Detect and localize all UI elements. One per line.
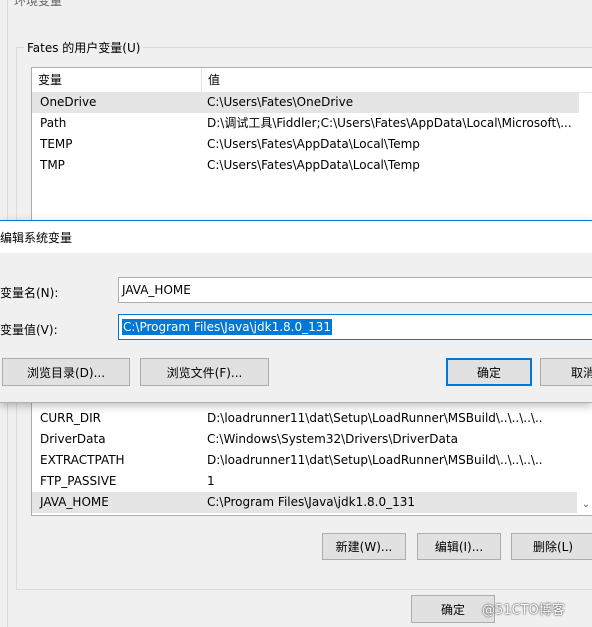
watermark: @51CTO博客 bbox=[482, 603, 565, 618]
browse-directory-button[interactable]: 浏览目录(D)... bbox=[2, 358, 130, 386]
dialog-title-bar[interactable]: 编辑系统变量 bbox=[0, 221, 592, 253]
window-title: 环境变量 bbox=[14, 0, 63, 8]
table-row[interactable]: OneDrive C:\Users\Fates\OneDrive bbox=[32, 92, 579, 113]
system-vars-list[interactable]: CURR_DIR D:\loadrunner11\dat\Setup\LoadR… bbox=[31, 398, 592, 516]
table-row[interactable]: TMP C:\Users\Fates\AppData\Local\Temp bbox=[32, 155, 579, 176]
table-row[interactable]: DriverData C:\Windows\System32\Drivers\D… bbox=[32, 429, 577, 450]
variable-value-label: 变量值(V): bbox=[0, 323, 58, 337]
var-name: TMP bbox=[40, 158, 65, 172]
var-name: OneDrive bbox=[40, 95, 97, 109]
selected-text: C:\Program Files\Java\jdk1.8.0_131 bbox=[122, 319, 333, 335]
table-row[interactable]: CURR_DIR D:\loadrunner11\dat\Setup\LoadR… bbox=[32, 408, 577, 429]
var-value: C:\Users\Fates\AppData\Local\Temp bbox=[207, 158, 420, 172]
var-name: Path bbox=[40, 116, 67, 130]
var-value: C:\Users\Fates\AppData\Local\Temp bbox=[207, 137, 420, 151]
user-vars-group-label: Fates 的用户变量(U) bbox=[24, 39, 144, 56]
cancel-button[interactable]: 取消 bbox=[540, 358, 592, 386]
cancel-label: 取消 bbox=[571, 365, 592, 380]
variable-name-label: 变量名(N): bbox=[0, 286, 59, 300]
var-value: 1 bbox=[207, 474, 215, 488]
var-name: EXTRACTPATH bbox=[40, 453, 125, 467]
var-value: D:\loadrunner11\dat\Setup\LoadRunner\MSB… bbox=[207, 411, 543, 425]
delete-button[interactable]: 删除(L) bbox=[511, 533, 592, 560]
table-row[interactable]: EXTRACTPATH D:\loadrunner11\dat\Setup\Lo… bbox=[32, 450, 577, 471]
column-header-value[interactable]: 值 bbox=[201, 68, 592, 92]
var-name: FTP_PASSIVE bbox=[40, 474, 117, 488]
var-value: D:\调试工具\Fiddler;C:\Users\Fates\AppData\L… bbox=[207, 116, 572, 130]
var-name: CURR_DIR bbox=[40, 411, 101, 425]
var-name: JAVA_HOME bbox=[40, 495, 109, 509]
browse-file-button[interactable]: 浏览文件(F)... bbox=[140, 358, 269, 386]
var-value: D:\loadrunner11\dat\Setup\LoadRunner\MSB… bbox=[207, 453, 543, 467]
var-value: C:\Program Files\Java\jdk1.8.0_131 bbox=[207, 495, 416, 509]
table-row[interactable]: FTP_PASSIVE 1 bbox=[32, 471, 577, 492]
user-vars-list[interactable]: 变量 值 OneDrive C:\Users\Fates\OneDrive Pa… bbox=[31, 67, 592, 237]
variable-name-field[interactable]: JAVA_HOME bbox=[118, 277, 592, 303]
ok-button[interactable]: 确定 bbox=[446, 358, 532, 386]
table-row[interactable]: TEMP C:\Users\Fates\AppData\Local\Temp bbox=[32, 134, 579, 155]
chevron-down-icon[interactable]: ⌄ bbox=[579, 497, 592, 513]
table-row[interactable]: Path D:\调试工具\Fiddler;C:\Users\Fates\AppD… bbox=[32, 113, 579, 134]
var-name: TEMP bbox=[40, 137, 73, 151]
edit-button[interactable]: 编辑(I)... bbox=[417, 533, 501, 560]
table-row[interactable]: JAVA_HOME C:\Program Files\Java\jdk1.8.0… bbox=[32, 492, 577, 513]
edit-system-variable-dialog: 编辑系统变量 变量名(N): JAVA_HOME 变量值(V): C:\Prog… bbox=[0, 220, 592, 403]
var-value: C:\Users\Fates\OneDrive bbox=[207, 95, 354, 109]
column-header-variable[interactable]: 变量 bbox=[32, 68, 201, 92]
new-button[interactable]: 新建(W)... bbox=[322, 533, 406, 560]
dialog-title: 编辑系统变量 bbox=[0, 231, 73, 245]
list-header: 变量 值 bbox=[32, 68, 592, 93]
var-name: DriverData bbox=[40, 432, 106, 446]
variable-value-field[interactable]: C:\Program Files\Java\jdk1.8.0_131 bbox=[118, 314, 592, 340]
var-value: C:\Windows\System32\Drivers\DriverData bbox=[207, 432, 458, 446]
